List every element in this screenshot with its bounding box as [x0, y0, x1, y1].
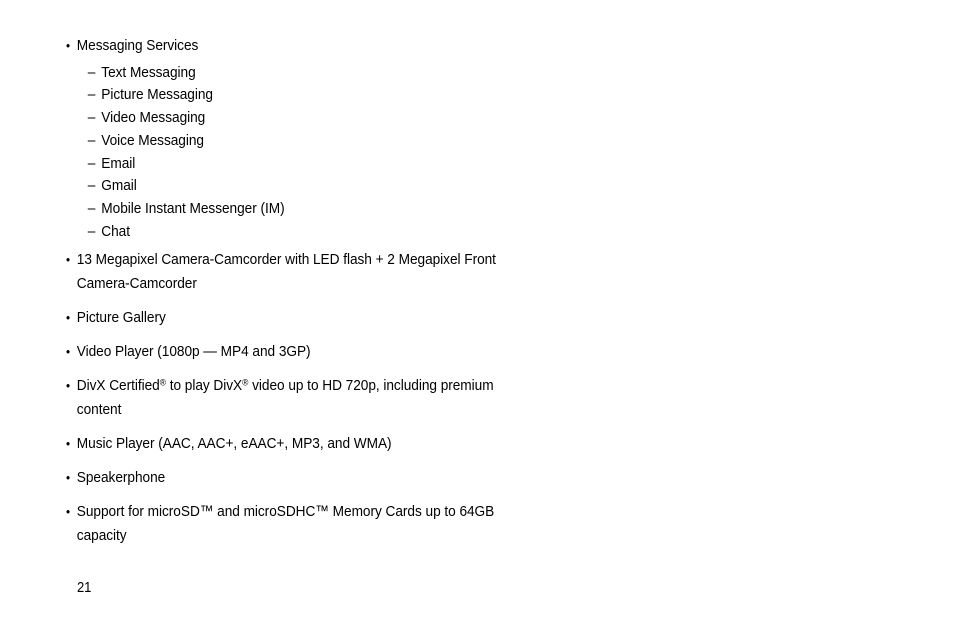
sub-list-item: Voice Messaging — [88, 130, 497, 153]
divx-middle-text: to play DivX — [165, 377, 243, 395]
bullet-text: Messaging Services — [76, 37, 199, 54]
list-item: Messaging Services Text Messaging Pictur… — [66, 33, 500, 244]
sub-list-item: Video Messaging — [88, 107, 497, 130]
divx-certified-text: DivX Certified — [76, 377, 160, 395]
list-item: DivX Certified® to play DivX® video up t… — [66, 374, 500, 421]
sub-list-item: Gmail — [88, 175, 497, 198]
page-number: 21 — [77, 580, 92, 596]
sub-list-item: Email — [88, 153, 497, 176]
sub-list-item: Chat — [88, 221, 497, 244]
list-item: Video Player (1080p — MP4 and 3GP) — [66, 340, 500, 364]
list-item: Picture Gallery — [66, 306, 500, 330]
feature-list: Messaging Services Text Messaging Pictur… — [66, 33, 586, 558]
messaging-services-sublist: Text Messaging Picture Messaging Video M… — [77, 62, 500, 244]
list-item: Speakerphone — [66, 466, 500, 490]
sub-list-item: Picture Messaging — [88, 84, 497, 107]
list-item: Support for microSD™ and microSDHC™ Memo… — [66, 500, 500, 547]
sub-list-item: Mobile Instant Messenger (IM) — [88, 198, 497, 221]
list-item: Music Player (AAC, AAC+, eAAC+, MP3, and… — [66, 432, 500, 456]
sub-list-item: Text Messaging — [88, 62, 497, 85]
manual-page: Messaging Services Text Messaging Pictur… — [0, 0, 954, 636]
list-item: 13 Megapixel Camera-Camcorder with LED f… — [66, 248, 500, 295]
